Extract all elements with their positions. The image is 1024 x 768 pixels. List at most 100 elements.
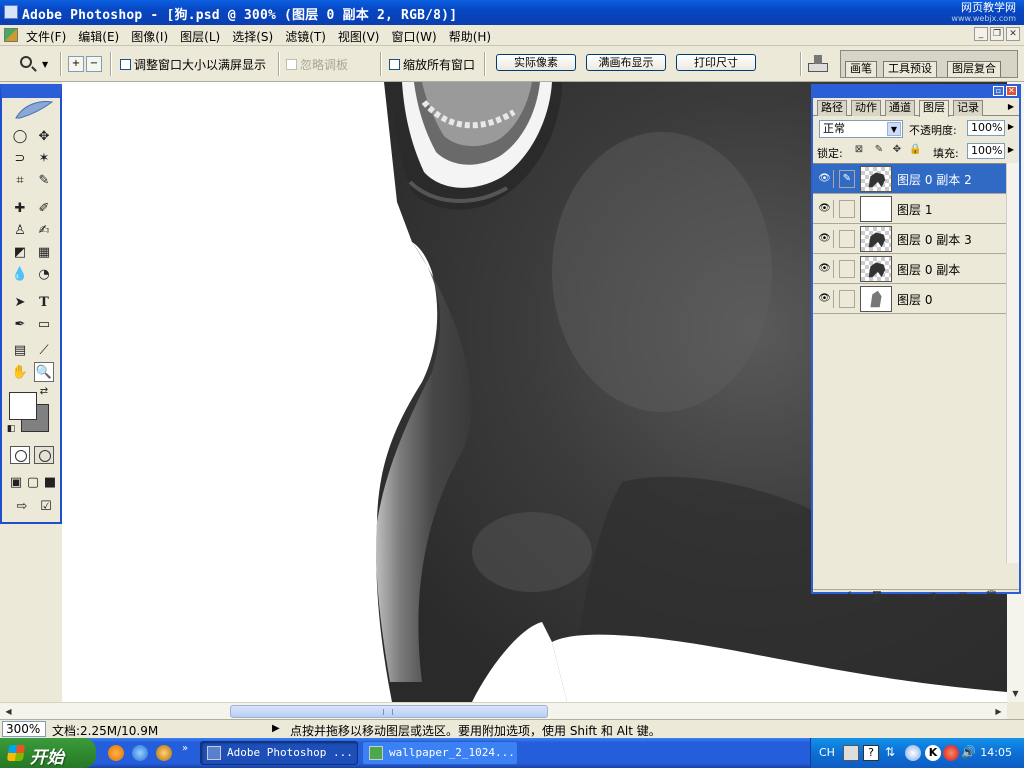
pen-tool-icon[interactable]: ✒ bbox=[10, 314, 30, 334]
link-slot[interactable] bbox=[839, 290, 855, 308]
scroll-down-icon[interactable]: ▼ bbox=[1009, 687, 1022, 700]
blur-tool-icon[interactable]: 💧 bbox=[10, 264, 30, 284]
layer-row[interactable]: 👁 图层 0 副本 3 bbox=[813, 224, 1006, 254]
adjustment-layer-icon[interactable]: ◑ bbox=[927, 591, 939, 603]
tab-history[interactable]: 记录 bbox=[953, 100, 983, 116]
visibility-eye-icon[interactable]: 👁 bbox=[816, 200, 834, 218]
dodge-tool-icon[interactable]: ◔ bbox=[34, 264, 54, 284]
palette-well-tab-brushes[interactable]: 画笔 bbox=[845, 61, 877, 77]
doc-minimize-icon[interactable]: _ bbox=[974, 27, 988, 41]
link-slot[interactable] bbox=[839, 260, 855, 278]
chevron-down-icon[interactable]: ▼ bbox=[887, 122, 901, 136]
palette-well-tab-tool-presets[interactable]: 工具预设 bbox=[883, 61, 937, 77]
print-size-button[interactable]: 打印尺寸 bbox=[676, 54, 756, 71]
fill-field[interactable]: 100% bbox=[967, 143, 1005, 159]
palette-minimize-icon[interactable]: ▫ bbox=[993, 86, 1004, 96]
zoom-in-button[interactable]: + bbox=[68, 56, 84, 72]
menu-layer[interactable]: 图层(L) bbox=[180, 28, 220, 45]
palette-well-tab-layer-comps[interactable]: 图层复合 bbox=[947, 61, 1001, 77]
quick-mask-mode-button[interactable] bbox=[34, 446, 54, 464]
notes-tool-icon[interactable]: ▤ bbox=[10, 340, 30, 360]
horizontal-scrollbar[interactable]: ◀ ▶ bbox=[0, 702, 1007, 719]
default-colors-icon[interactable]: ◧ bbox=[6, 424, 16, 434]
type-tool-icon[interactable]: T bbox=[34, 292, 54, 312]
blend-mode-select[interactable]: 正常 ▼ bbox=[819, 120, 903, 138]
checkbox-box[interactable] bbox=[120, 59, 131, 70]
swap-colors-icon[interactable]: ⇄ bbox=[38, 386, 50, 398]
internet-explorer-icon[interactable] bbox=[132, 745, 148, 761]
menu-help[interactable]: 帮助(H) bbox=[449, 28, 491, 45]
layer-style-icon[interactable]: ƒ bbox=[843, 591, 855, 603]
scroll-right-icon[interactable]: ▶ bbox=[992, 705, 1005, 718]
tab-actions[interactable]: 动作 bbox=[851, 100, 881, 116]
scroll-left-icon[interactable]: ◀ bbox=[2, 705, 15, 718]
quicklaunch-app-icon[interactable] bbox=[108, 745, 124, 761]
lock-transparent-icon[interactable]: ⊠ bbox=[853, 144, 865, 156]
palette-menu-icon[interactable]: ▶ bbox=[1006, 101, 1016, 113]
palette-close-icon[interactable]: ✕ bbox=[1006, 86, 1017, 96]
menu-image[interactable]: 图像(I) bbox=[131, 28, 168, 45]
standard-mode-button[interactable] bbox=[10, 446, 30, 464]
layer-row[interactable]: 👁 图层 0 副本 bbox=[813, 254, 1006, 284]
tab-layers[interactable]: 图层 bbox=[919, 100, 949, 117]
visibility-eye-icon[interactable]: 👁 bbox=[816, 170, 834, 188]
menu-edit[interactable]: 编辑(E) bbox=[78, 28, 119, 45]
visibility-eye-icon[interactable]: 👁 bbox=[816, 260, 834, 278]
keyboard-icon[interactable] bbox=[843, 745, 859, 761]
document-icon[interactable] bbox=[4, 28, 18, 42]
layer-set-icon[interactable]: ▭ bbox=[899, 591, 911, 603]
zoom-out-button[interactable]: − bbox=[86, 56, 102, 72]
layer-row[interactable]: 👁 图层 1 bbox=[813, 194, 1006, 224]
taskbar-window-photoshop[interactable]: Adobe Photoshop ... bbox=[200, 741, 358, 765]
path-selection-tool-icon[interactable]: ➤ bbox=[10, 292, 30, 312]
start-button[interactable]: 开始 bbox=[0, 738, 96, 768]
doc-close-icon[interactable]: ✕ bbox=[1006, 27, 1020, 41]
checkbox-box[interactable] bbox=[389, 59, 400, 70]
quicklaunch-more-icon[interactable]: » bbox=[182, 743, 188, 754]
k-app-icon[interactable]: K bbox=[925, 745, 941, 761]
opacity-slider-icon[interactable]: ▶ bbox=[1007, 120, 1015, 134]
new-layer-icon[interactable]: ⊞ bbox=[957, 591, 969, 603]
lasso-tool-icon[interactable]: ⊃ bbox=[10, 148, 30, 168]
layer-row[interactable]: 👁 ✎ 图层 0 副本 2 bbox=[813, 164, 1006, 194]
link-slot[interactable] bbox=[839, 230, 855, 248]
eraser-tool-icon[interactable]: ◩ bbox=[10, 242, 30, 262]
fill-slider-icon[interactable]: ▶ bbox=[1007, 143, 1015, 157]
foreground-color-swatch[interactable] bbox=[9, 392, 37, 420]
zoom-tool-icon[interactable]: 🔍 bbox=[34, 362, 54, 382]
opacity-field[interactable]: 100% bbox=[967, 120, 1005, 136]
menu-window[interactable]: 窗口(W) bbox=[391, 28, 436, 45]
scrollbar-thumb[interactable] bbox=[230, 705, 548, 718]
visibility-eye-icon[interactable]: 👁 bbox=[816, 290, 834, 308]
slice-tool-icon[interactable]: ✎ bbox=[34, 170, 54, 190]
gradient-tool-icon[interactable]: ▦ bbox=[34, 242, 54, 262]
taskbar-window-wallpaper[interactable]: wallpaper_2_1024... bbox=[362, 741, 518, 765]
resize-windows-checkbox[interactable]: 调整窗口大小以满屏显示 bbox=[120, 56, 266, 73]
help-icon[interactable]: ? bbox=[863, 745, 879, 761]
magic-wand-tool-icon[interactable]: ✶ bbox=[34, 148, 54, 168]
menu-file[interactable]: 文件(F) bbox=[26, 28, 66, 45]
photoshop-app-icon[interactable] bbox=[4, 5, 18, 19]
volume-icon[interactable]: 🔊 bbox=[961, 745, 977, 761]
photoshop-feather-icon[interactable] bbox=[10, 98, 56, 122]
full-screen-mode-icon[interactable]: ■ bbox=[40, 472, 60, 492]
trash-icon[interactable]: 🗑 bbox=[985, 591, 998, 603]
file-browser-icon[interactable] bbox=[808, 55, 828, 73]
lock-all-icon[interactable]: 🔒 bbox=[909, 144, 921, 156]
layer-row[interactable]: 👁 图层 0 bbox=[813, 284, 1006, 314]
zoom-level-field[interactable]: 300% bbox=[2, 721, 46, 737]
menu-select[interactable]: 选择(S) bbox=[232, 28, 273, 45]
shape-tool-icon[interactable]: ▭ bbox=[34, 314, 54, 334]
lock-image-icon[interactable]: ✎ bbox=[873, 144, 885, 156]
fit-screen-button[interactable]: 满画布显示 bbox=[586, 54, 666, 71]
link-slot[interactable] bbox=[839, 200, 855, 218]
ignore-palettes-checkbox[interactable]: 忽略调板 bbox=[286, 56, 348, 73]
input-language[interactable]: CH bbox=[819, 746, 835, 759]
move-tool-icon[interactable]: ✥ bbox=[34, 126, 54, 146]
menu-view[interactable]: 视图(V) bbox=[338, 28, 380, 45]
zoom-all-windows-checkbox[interactable]: 缩放所有窗口 bbox=[389, 56, 475, 73]
visibility-eye-icon[interactable]: 👁 bbox=[816, 230, 834, 248]
checkbox-box[interactable] bbox=[286, 59, 297, 70]
layer-mask-icon[interactable]: ◙ bbox=[871, 591, 883, 603]
back-arrow-icon[interactable] bbox=[905, 745, 921, 761]
